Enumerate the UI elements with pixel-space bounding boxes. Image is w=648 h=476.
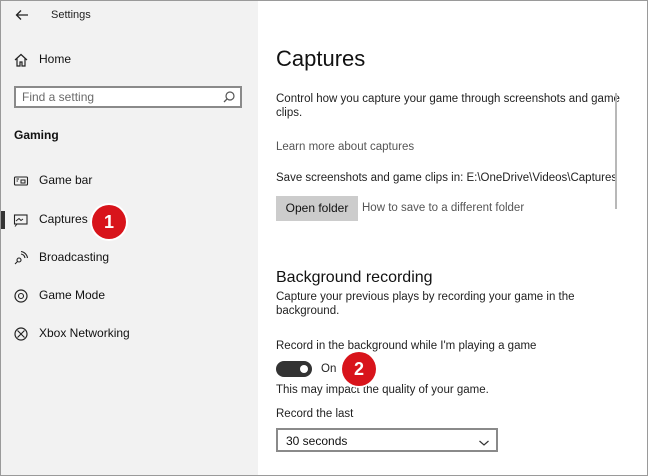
different-folder-link[interactable]: How to save to a different folder xyxy=(362,202,524,214)
description-line-1: Control how you capture your game throug… xyxy=(276,93,620,105)
game-bar-icon xyxy=(13,173,29,189)
game-mode-icon xyxy=(13,288,29,304)
sidebar-item-xbox-networking[interactable]: Xbox Networking xyxy=(1,317,258,351)
section-title: Gaming xyxy=(14,128,59,142)
home-icon xyxy=(13,52,29,68)
record-last-dropdown[interactable]: 30 seconds xyxy=(276,428,498,452)
background-recording-toggle[interactable] xyxy=(276,361,312,377)
search-icon[interactable] xyxy=(222,90,236,109)
record-last-label: Record the last xyxy=(276,408,354,420)
back-button[interactable] xyxy=(13,6,31,24)
impact-note: This may impact the quality of your game… xyxy=(276,384,489,396)
sidebar-item-label: Broadcasting xyxy=(39,250,110,264)
bg-description-line-2: background. xyxy=(276,305,340,317)
sidebar: Settings Home Gaming Game bar xyxy=(1,1,258,475)
toggle-state: On xyxy=(321,363,337,375)
broadcasting-icon xyxy=(13,250,29,266)
toggle-knob xyxy=(300,365,308,373)
sidebar-item-label: Game bar xyxy=(39,173,93,187)
scrollbar[interactable] xyxy=(615,93,617,209)
chevron-down-icon xyxy=(478,435,490,453)
record-last-value: 30 seconds xyxy=(286,434,348,448)
settings-window: Settings Home Gaming Game bar xyxy=(0,0,648,476)
annotation-badge-1: 1 xyxy=(92,205,126,239)
main-content: Captures Control how you capture your ga… xyxy=(258,1,647,475)
nav-home[interactable]: Home xyxy=(1,43,258,77)
captures-icon xyxy=(13,212,29,228)
sidebar-item-label: Game Mode xyxy=(39,288,106,302)
section-title-background-recording: Background recording xyxy=(276,269,433,286)
toggle-label: Record in the background while I'm playi… xyxy=(276,340,537,352)
learn-more-link[interactable]: Learn more about captures xyxy=(276,141,414,153)
open-folder-button[interactable]: Open folder xyxy=(276,196,358,221)
bg-description-line-1: Capture your previous plays by recording… xyxy=(276,291,575,303)
sidebar-item-label: Captures xyxy=(39,212,88,226)
sidebar-item-broadcasting[interactable]: Broadcasting xyxy=(1,241,258,275)
app-title: Settings xyxy=(51,9,91,21)
annotation-badge-2: 2 xyxy=(342,352,376,386)
search-input[interactable] xyxy=(22,90,212,104)
sidebar-item-captures[interactable]: Captures xyxy=(1,203,258,237)
search-box[interactable] xyxy=(14,86,242,108)
xbox-icon xyxy=(13,326,29,342)
description-line-2: clips. xyxy=(276,107,303,119)
nav-home-label: Home xyxy=(39,52,72,66)
sidebar-item-game-mode[interactable]: Game Mode xyxy=(1,279,258,313)
sidebar-item-game-bar[interactable]: Game bar xyxy=(1,164,258,198)
sidebar-item-label: Xbox Networking xyxy=(39,326,130,340)
save-location-text: Save screenshots and game clips in: E:\O… xyxy=(276,172,618,184)
back-arrow-icon xyxy=(15,10,28,20)
selected-indicator xyxy=(1,211,5,229)
page-title: Captures xyxy=(276,46,366,71)
